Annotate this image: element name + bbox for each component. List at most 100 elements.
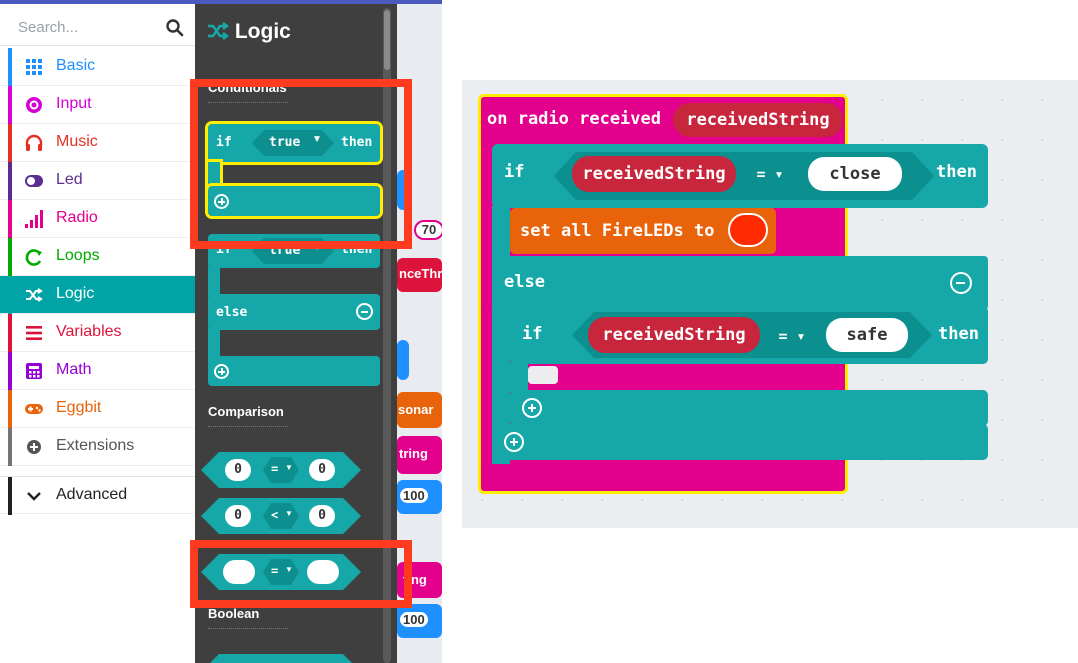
operator-value: = <box>778 327 788 345</box>
set-fireleds-block[interactable]: set all FireLEDs to <box>510 208 776 254</box>
boolean-block-partial[interactable] <box>201 654 361 663</box>
then-keyword: then <box>938 324 979 344</box>
category-radio[interactable]: Radio <box>0 200 195 238</box>
left-operand[interactable]: 0 <box>225 505 251 527</box>
if-header: if receivedString = ▾ close then <box>492 144 988 208</box>
category-label: Variables <box>56 323 122 340</box>
category-color-bar <box>8 428 12 466</box>
search-placeholder: Search... <box>18 19 79 36</box>
operator-value: = <box>271 462 279 476</box>
category-color-bar <box>8 200 12 238</box>
right-operand[interactable]: 0 <box>309 505 335 527</box>
right-operand[interactable]: 0 <box>309 459 335 481</box>
category-basic[interactable]: Basic <box>0 48 195 86</box>
category-input[interactable]: Input <box>0 86 195 124</box>
plus-circle-icon <box>27 440 41 454</box>
else-keyword: else <box>216 305 248 320</box>
else-row: else <box>492 256 988 310</box>
search-icon[interactable] <box>165 18 185 38</box>
signal-bars-icon <box>25 210 43 228</box>
edge-block-dropdown: 100 <box>397 480 442 514</box>
nested-if-header[interactable]: if receivedString = ▾ safe then <box>510 306 988 364</box>
received-string-param[interactable]: receivedString <box>673 103 843 137</box>
category-color-bar <box>8 276 12 314</box>
if-spine <box>492 206 510 262</box>
add-branch-icon[interactable] <box>214 364 229 379</box>
compare-less-block[interactable]: 0 < ▼ 0 <box>201 498 361 534</box>
operator-dropdown[interactable]: = ▾ <box>770 322 814 350</box>
operator-dropdown[interactable]: = ▾ <box>748 160 792 188</box>
edge-block-sonar: sonar <box>397 392 442 428</box>
else-spine <box>208 328 220 358</box>
loop-arrow-icon <box>25 249 42 266</box>
shuffle-icon <box>208 22 229 40</box>
category-loops[interactable]: Loops <box>0 238 195 276</box>
remove-branch-icon[interactable] <box>356 303 373 320</box>
if-keyword: if <box>522 324 543 344</box>
left-operand[interactable]: 0 <box>225 459 251 481</box>
edge-dropdown-value-2: 100 <box>400 612 428 627</box>
annotation-box-if <box>190 79 412 249</box>
operator-value: < <box>271 508 279 522</box>
category-variables[interactable]: Variables <box>0 314 195 352</box>
category-label: Loops <box>56 247 100 264</box>
add-branch-icon[interactable] <box>504 432 524 452</box>
edge-block-string: tring <box>397 436 442 474</box>
color-swatch[interactable] <box>728 213 768 247</box>
edge-block-number: 70 <box>414 220 442 240</box>
if-else-spine <box>208 266 220 296</box>
operator-dropdown[interactable]: < ▼ <box>263 503 299 529</box>
category-music[interactable]: Music <box>0 124 195 162</box>
section-boolean: Boolean <box>208 606 260 621</box>
string-value[interactable]: close <box>808 157 902 191</box>
category-color-bar <box>8 314 12 352</box>
dropdown-caret-icon: ▼ <box>285 509 293 518</box>
dropdown-caret-icon: ▼ <box>285 463 293 472</box>
calculator-icon <box>26 363 42 379</box>
edge-block-dropdown-2: 100 <box>397 604 442 638</box>
operator-value: = <box>756 165 766 183</box>
category-eggbit[interactable]: Eggbit <box>0 390 195 428</box>
category-label: Radio <box>56 209 98 226</box>
category-label: Advanced <box>56 486 128 503</box>
if-else-footer <box>208 356 380 386</box>
operator-dropdown[interactable]: = ▼ <box>263 457 299 483</box>
search-box[interactable]: Search... <box>0 10 195 46</box>
scrollbar-thumb[interactable] <box>384 10 390 70</box>
variable-received-string[interactable]: receivedString <box>588 317 760 353</box>
nested-if-spine <box>510 362 528 392</box>
category-logic[interactable]: Logic <box>0 276 195 314</box>
edge-dropdown-value: 100 <box>400 488 428 503</box>
flyout-title: Logic <box>207 20 291 44</box>
section-comparison: Comparison <box>208 404 284 419</box>
string-value[interactable]: safe <box>826 318 908 352</box>
category-label: Led <box>56 171 83 188</box>
category-color-bar <box>8 162 12 200</box>
toggle-icon <box>25 175 43 187</box>
annotation-box-compare <box>190 540 412 608</box>
nested-if-footer <box>510 390 988 426</box>
category-color-bar <box>8 124 12 162</box>
variable-received-string[interactable]: receivedString <box>572 156 736 192</box>
headphones-icon <box>25 134 43 151</box>
add-branch-icon[interactable] <box>522 398 542 418</box>
if-keyword: if <box>504 162 525 182</box>
category-color-bar <box>8 352 12 390</box>
then-keyword: then <box>936 162 977 182</box>
category-led[interactable]: Led <box>0 162 195 200</box>
compare-equal-block[interactable]: 0 = ▼ 0 <box>201 452 361 488</box>
category-label: Basic <box>56 57 96 74</box>
remove-branch-icon[interactable] <box>950 272 972 294</box>
category-label: Input <box>56 95 92 112</box>
event-label: on radio received <box>487 109 661 129</box>
else-row: else <box>208 294 380 330</box>
edge-block-variable: nceThr <box>397 258 442 292</box>
category-color-bar <box>8 86 12 124</box>
category-label: Music <box>56 133 98 150</box>
category-advanced[interactable]: Advanced <box>0 476 195 515</box>
category-math[interactable]: Math <box>0 352 195 390</box>
category-extensions[interactable]: Extensions <box>0 428 195 466</box>
category-color-bar <box>8 390 12 428</box>
else-keyword: else <box>504 272 545 292</box>
empty-slot-notch <box>528 366 558 384</box>
